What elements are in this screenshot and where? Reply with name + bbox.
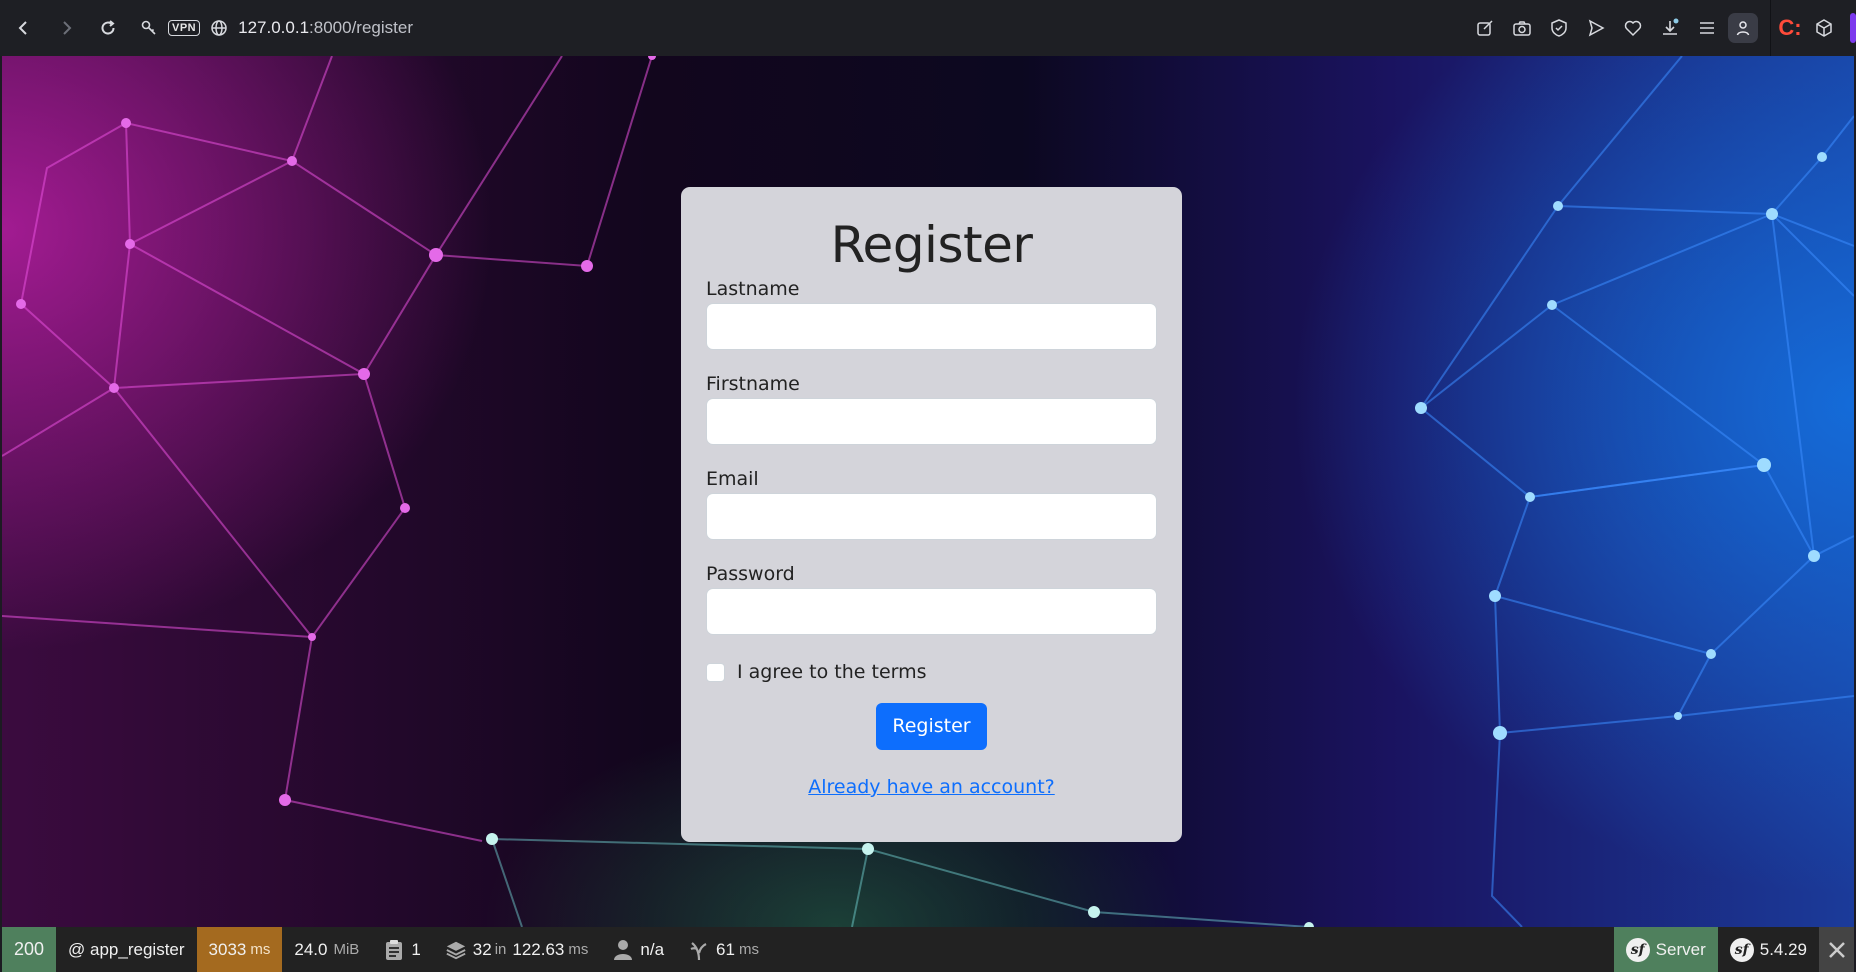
email-label: Email (706, 468, 759, 490)
layers-icon (445, 939, 467, 961)
route-name: @ app_register (68, 939, 185, 959)
logs-count: 1 (411, 939, 421, 959)
page-viewport: Register Lastname Firstname Email Passwo… (2, 56, 1854, 927)
firstname-label: Firstname (706, 373, 800, 395)
reload-button[interactable] (88, 8, 128, 48)
twig-unit: ms (738, 941, 759, 958)
chevron-right-icon (63, 21, 72, 35)
email-group: Email (706, 465, 1157, 540)
profile-button[interactable] (1728, 13, 1758, 43)
login-link[interactable]: Already have an account? (706, 776, 1157, 798)
version-item[interactable]: sf 5.4.29 (1718, 927, 1819, 972)
memory-item[interactable]: 24.0 MiB (282, 927, 371, 972)
memory-value: 24.0 (294, 939, 328, 959)
close-toolbar-button[interactable] (1819, 927, 1854, 972)
lastname-label: Lastname (706, 278, 800, 300)
debug-toolbar: 200 @ app_register 3033 ms 24.0 MiB 1 32… (2, 927, 1854, 972)
clipboard-icon (383, 939, 405, 961)
person-icon (1736, 21, 1750, 36)
terms-label[interactable]: I agree to the terms (737, 661, 927, 683)
cache-in: in (494, 941, 507, 958)
heart-icon[interactable] (1614, 10, 1651, 47)
cache-count: 32 (472, 939, 492, 959)
shield-icon[interactable] (1540, 10, 1577, 47)
lastname-field[interactable] (706, 303, 1157, 350)
sidebar-edge[interactable] (1850, 13, 1856, 43)
time-item[interactable]: 3033 ms (196, 927, 283, 972)
logs-item[interactable]: 1 (371, 927, 432, 972)
forward-button[interactable] (46, 8, 86, 48)
camera-icon[interactable] (1503, 10, 1540, 47)
globe-icon (211, 20, 227, 36)
url-host: 127.0.0.1 (238, 18, 310, 37)
page-title: Register (830, 216, 1033, 274)
chevron-left-icon (18, 21, 27, 35)
password-label: Password (706, 563, 795, 585)
server-label: Server (1655, 939, 1706, 959)
server-item[interactable]: sf Server (1613, 927, 1718, 972)
time-unit: ms (250, 941, 271, 958)
status-code: 200 (14, 939, 45, 959)
reload-icon (101, 20, 115, 35)
user-item[interactable]: n/a (600, 927, 676, 972)
extension-c-icon[interactable]: C: (1775, 15, 1805, 41)
terms-row: I agree to the terms (706, 657, 1157, 687)
email-field[interactable] (706, 493, 1157, 540)
route-item[interactable]: @ app_register (56, 927, 197, 972)
key-icon (141, 20, 156, 35)
register-card: Register Lastname Firstname Email Passwo… (681, 187, 1182, 842)
divider (1770, 0, 1771, 56)
twig-value: 61 (716, 939, 735, 959)
user-value: n/a (640, 939, 665, 959)
send-icon[interactable] (1577, 10, 1614, 47)
url-path: :8000/register (309, 18, 413, 37)
back-button[interactable] (4, 8, 44, 48)
close-icon (1828, 941, 1845, 958)
download-icon[interactable] (1651, 10, 1688, 47)
menu-lines-icon[interactable] (1688, 10, 1725, 47)
symfony-logo-icon: sf (1625, 937, 1650, 962)
time-value: 3033 (208, 939, 247, 959)
cache-item[interactable]: 32 in 122.63 ms (433, 927, 601, 972)
register-button[interactable]: Register (876, 703, 987, 750)
password-field[interactable] (706, 588, 1157, 635)
firstname-group: Firstname (706, 370, 1157, 445)
browser-toolbar: VPN 127.0.0.1:8000/register C: (0, 0, 1856, 56)
vpn-badge[interactable]: VPN (168, 20, 201, 36)
browser-tools: C: (1466, 0, 1856, 56)
twig-icon (688, 939, 710, 961)
twig-item[interactable]: 61 ms (676, 927, 771, 972)
address-bar[interactable]: VPN 127.0.0.1:8000/register (140, 12, 413, 44)
url-text: 127.0.0.1:8000/register (238, 18, 413, 38)
cube-icon[interactable] (1805, 10, 1842, 47)
password-group: Password (706, 560, 1157, 635)
submit-wrapper: Register (706, 703, 1157, 750)
firstname-field[interactable] (706, 398, 1157, 445)
toolbar-right: sf Server sf 5.4.29 (1613, 927, 1854, 972)
edit-icon[interactable] (1466, 10, 1503, 47)
cache-unit: ms (568, 941, 589, 958)
cache-time: 122.63 (512, 939, 565, 959)
lastname-group: Lastname (706, 275, 1157, 350)
symfony-logo-icon: sf (1729, 937, 1754, 962)
user-icon (612, 939, 634, 961)
status-badge[interactable]: 200 (2, 927, 57, 972)
terms-checkbox[interactable] (706, 662, 725, 682)
version-label: 5.4.29 (1759, 939, 1807, 959)
memory-unit: MiB (333, 941, 360, 958)
